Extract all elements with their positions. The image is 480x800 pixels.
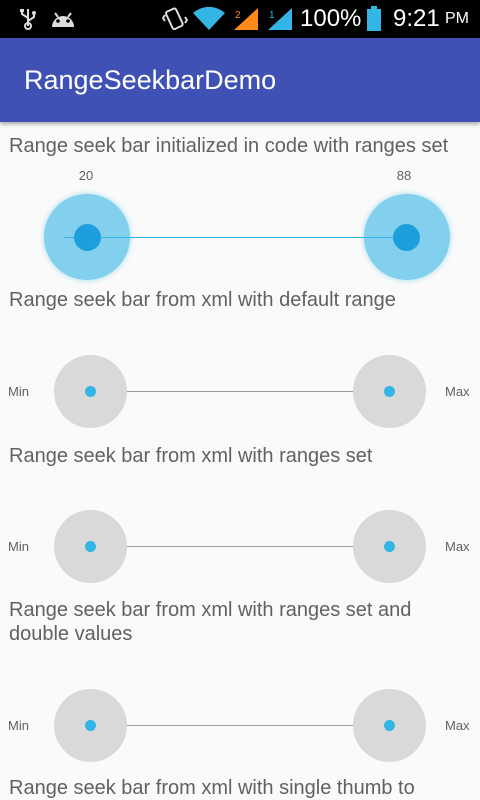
section-title-continued: double values [9,623,133,645]
section-title: Range seek bar from xml with default ran… [9,289,396,311]
battery-percent: 100% [300,5,362,32]
range-track [90,546,390,547]
max-thumb-dot [384,720,395,731]
signal-icon: 1 [266,0,294,38]
min-value-label: 20 [78,168,94,183]
svg-text:1: 1 [269,10,275,21]
max-thumb-dot [384,541,395,552]
app-title: RangeSeekbarDemo [24,65,277,95]
clock-ampm: PM [445,10,469,27]
section-title: Range seek bar initialized in code with … [9,135,449,157]
wifi-icon [193,0,225,38]
battery-icon [366,0,382,38]
section-title: Range seek bar from xml with ranges set [9,445,373,467]
range-track [90,391,390,392]
signal-icon: 2 [232,0,260,38]
min-label: Min [8,384,29,399]
min-thumb-core [74,224,101,251]
min-thumb-dot [85,386,96,397]
min-label: Min [8,718,29,733]
section-title: Range seek bar from xml with ranges set … [9,599,412,621]
app-bar: RangeSeekbarDemo [0,38,480,122]
usb-icon [18,0,38,38]
max-label: Max [445,539,470,554]
status-bar: 2 1 100% 9:21 PM [0,0,480,38]
clock-time: 9:21 [393,5,440,32]
section-title: Range seek bar from xml with single thum… [9,777,415,799]
max-label: Max [445,718,470,733]
max-value-label: 88 [396,168,412,183]
android-icon [50,0,76,38]
content-scroll[interactable]: Range seek bar initialized in code with … [0,122,480,800]
max-thumb-dot [384,386,395,397]
min-label: Min [8,539,29,554]
vibrate-icon [162,0,188,38]
max-label: Max [445,384,470,399]
min-thumb-dot [85,541,96,552]
max-thumb-core [393,224,420,251]
min-thumb-dot [85,720,96,731]
range-track [90,725,390,726]
svg-text:2: 2 [235,10,241,21]
